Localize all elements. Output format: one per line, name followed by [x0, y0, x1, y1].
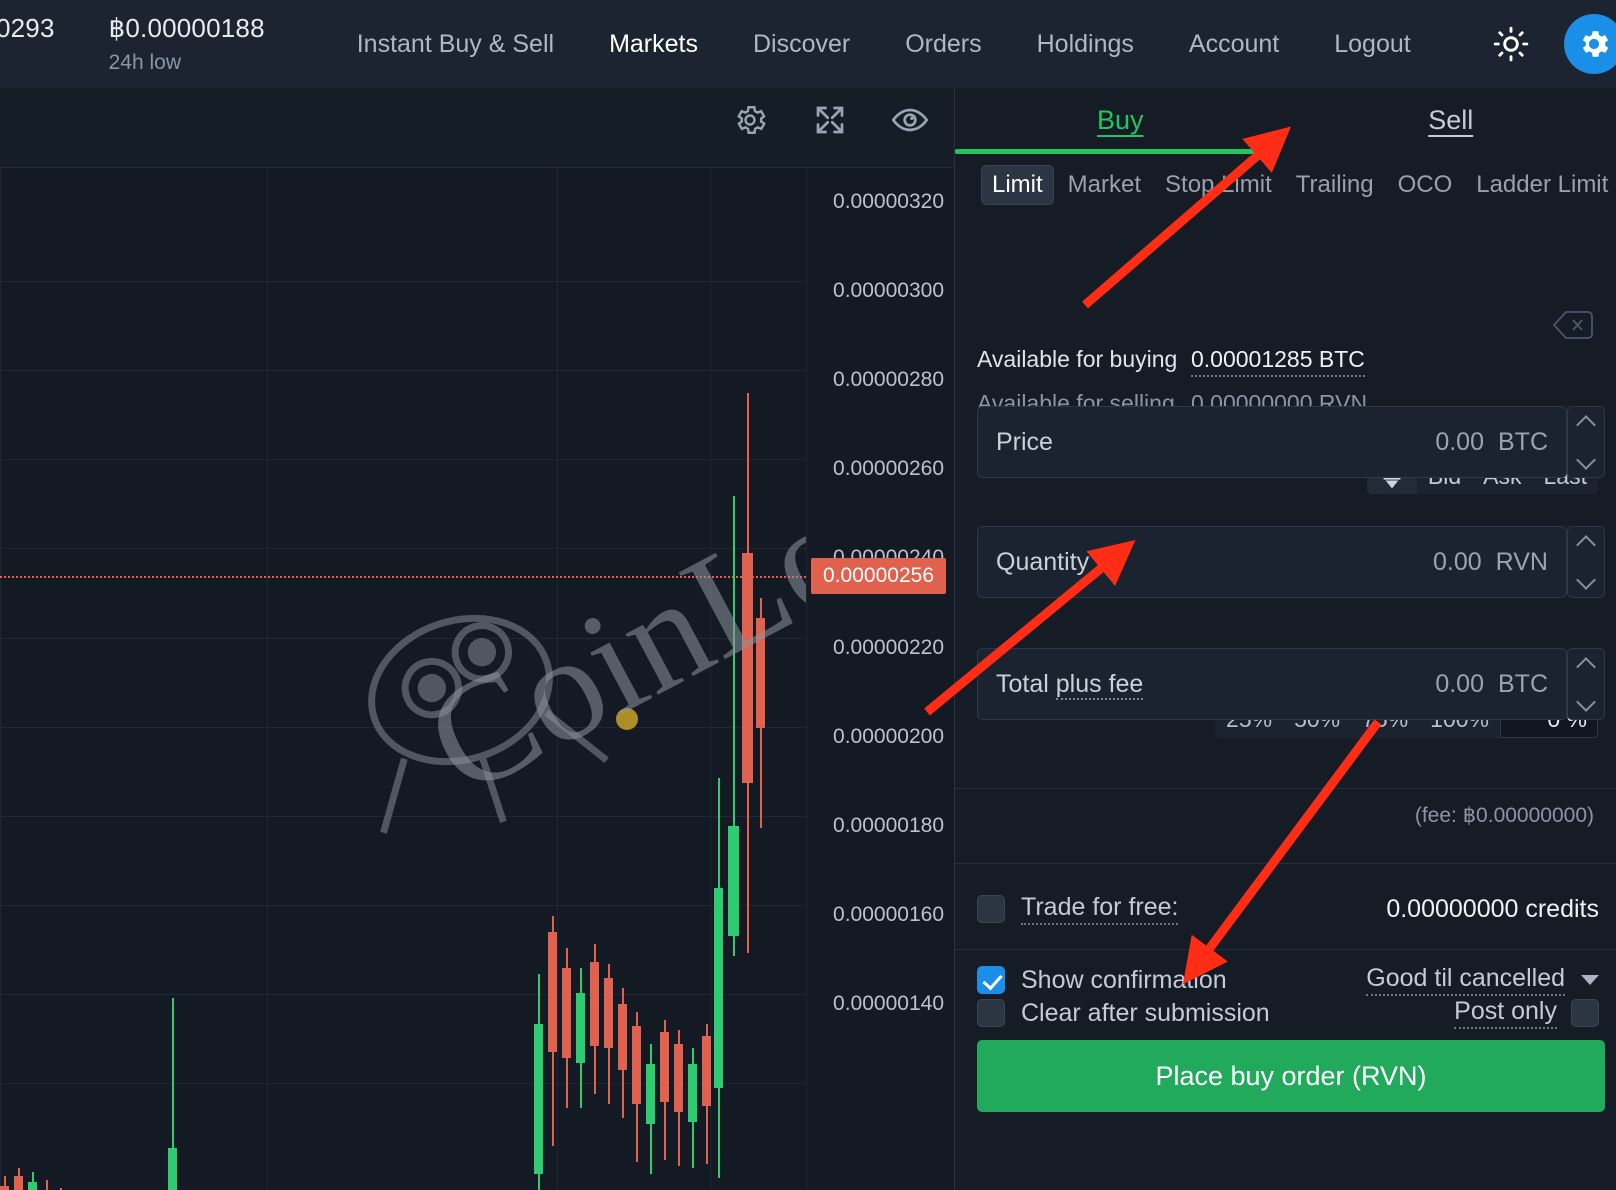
clear-after-submission-row: Clear after submission Post only [955, 991, 1616, 1035]
ticker-24h-high: 0000293 igh [0, 0, 55, 88]
order-entry-panel: Buy Sell Limit Market Stop Limit Trailin… [954, 88, 1616, 1190]
trade-for-free-checkbox[interactable] [977, 895, 1005, 923]
axis-tick: 0.00000200 [833, 725, 944, 748]
axis-tick: 0.00000320 [833, 190, 944, 213]
clear-form-backspace-icon[interactable] [1552, 310, 1594, 345]
quantity-label: Quantity [996, 547, 1090, 576]
quantity-unit: RVN [1495, 547, 1548, 576]
chart-plot-area[interactable]: CoinLore [0, 168, 806, 1190]
place-buy-order-button[interactable]: Place buy order (RVN) [977, 1040, 1605, 1112]
quantity-input[interactable]: Quantity 0.00 RVN [977, 526, 1567, 598]
clear-after-submission-label: Clear after submission [1021, 998, 1270, 1027]
post-only-control: Post only [1454, 997, 1599, 1029]
total-unit: BTC [1498, 669, 1548, 698]
sun-icon[interactable] [1484, 17, 1538, 71]
credits-value: 0.00000000 credits [1386, 894, 1599, 923]
tab-sell[interactable]: Sell [1286, 88, 1616, 152]
available-for-buying-row: Available for buying 0.00001285 BTC [977, 346, 1367, 382]
nav-item-holdings[interactable]: Holdings [1037, 30, 1134, 59]
settings-gear-button[interactable] [1564, 14, 1616, 74]
chart-settings-gear-icon[interactable] [728, 98, 772, 142]
quantity-value: 0.00 [1432, 547, 1482, 576]
price-value: 0.00 [1435, 427, 1484, 456]
tab-buy[interactable]: Buy [955, 88, 1286, 152]
axis-tick: 0.00000300 [833, 279, 944, 302]
plus-fee-tooltip-label[interactable]: plus fee [1055, 669, 1144, 700]
ticker-24h-high-label: igh [0, 51, 55, 75]
price-label: Price [996, 427, 1053, 456]
trade-for-free-row: Trade for free: 0.00000000 credits [955, 876, 1616, 942]
nav-item-markets[interactable]: Markets [609, 30, 698, 59]
post-only-label: Post only [1454, 997, 1557, 1029]
axis-tick: 0.00000280 [833, 368, 944, 391]
divider [955, 949, 1616, 950]
clear-after-submission-checkbox[interactable] [977, 999, 1005, 1027]
price-input[interactable]: Price 0.00 BTC [977, 406, 1567, 478]
nav-item-account[interactable]: Account [1189, 30, 1279, 59]
chevron-down-icon[interactable] [1576, 569, 1596, 590]
trading-app: 0000293 igh ฿0.00000188 24h low Instant … [0, 0, 1616, 1190]
chevron-down-icon[interactable] [1576, 691, 1596, 712]
divider [955, 788, 1616, 789]
chart-price-axis: 0.00000320 0.00000300 0.00000280 0.00000… [806, 168, 954, 1190]
ticker-24h-low-value: ฿0.00000188 [108, 13, 265, 43]
chart-panel: 0.00000256 −0.00000006 (−2.29%) [0, 88, 954, 1190]
axis-tick: 0.00000180 [833, 814, 944, 837]
show-confirmation-checkbox[interactable] [977, 966, 1005, 994]
price-unit: BTC [1498, 427, 1548, 456]
eye-icon[interactable] [888, 98, 932, 142]
chevron-down-icon [1581, 975, 1599, 985]
chevron-up-icon[interactable] [1576, 534, 1596, 555]
gear-icon [1582, 31, 1609, 57]
chevron-up-icon[interactable] [1576, 656, 1596, 677]
chart-tool-buttons [728, 98, 932, 142]
active-tab-underline [955, 149, 1271, 154]
axis-tick: 0.00000160 [833, 903, 944, 926]
order-type-trailing[interactable]: Trailing [1286, 166, 1384, 204]
total-plus-fee-label: Total plus fee [996, 669, 1144, 700]
total-plus-fee-input[interactable]: Total plus fee 0.00 BTC [977, 648, 1567, 720]
divider [955, 863, 1616, 864]
axis-tick: 0.00000140 [833, 992, 944, 1015]
buy-sell-tabs: Buy Sell [955, 88, 1616, 154]
nav-right-controls [1484, 0, 1616, 88]
order-type-tabs: Limit Market Stop Limit Trailing OCO Lad… [981, 160, 1616, 210]
quantity-stepper[interactable] [1567, 526, 1605, 598]
last-price-badge: 0.00000256 [811, 558, 946, 594]
order-type-stop-limit[interactable]: Stop Limit [1155, 166, 1282, 204]
top-navigation-bar: 0000293 igh ฿0.00000188 24h low Instant … [0, 0, 1616, 88]
nav-item-instant-buy-sell[interactable]: Instant Buy & Sell [357, 30, 554, 59]
axis-tick: 0.00000220 [833, 636, 944, 659]
price-stepper[interactable] [1567, 406, 1605, 478]
chart-toolbar [0, 88, 954, 168]
nav-item-discover[interactable]: Discover [753, 30, 850, 59]
ticker-24h-low: ฿0.00000188 24h low [109, 0, 265, 88]
trade-for-free-label: Trade for free: [1021, 893, 1179, 925]
order-type-market[interactable]: Market [1058, 166, 1151, 204]
order-type-limit[interactable]: Limit [981, 165, 1054, 205]
order-type-oco[interactable]: OCO [1388, 166, 1463, 204]
fee-note: (fee: ฿0.00000000) [1414, 804, 1594, 827]
ticker-24h-low-label: 24h low [108, 51, 182, 74]
axis-tick: 0.00000260 [833, 457, 944, 480]
available-for-buying-label: Available for buying [977, 346, 1178, 372]
total-value: 0.00 [1435, 669, 1484, 698]
post-only-checkbox[interactable] [1571, 999, 1599, 1027]
nav-item-logout[interactable]: Logout [1334, 30, 1410, 59]
last-price-line [0, 576, 806, 578]
ticker-stats: 0000293 igh ฿0.00000188 24h low [0, 0, 265, 88]
nav-item-orders[interactable]: Orders [905, 30, 981, 59]
total-stepper[interactable] [1567, 648, 1605, 720]
fullscreen-icon[interactable] [808, 98, 852, 142]
chevron-up-icon[interactable] [1576, 414, 1596, 435]
chevron-down-icon[interactable] [1576, 449, 1596, 470]
chart-marker-dot [616, 708, 638, 730]
available-for-buying-value[interactable]: 0.00001285 BTC [1191, 346, 1365, 377]
main-nav-links: Instant Buy & Sell Markets Discover Orde… [357, 30, 1411, 59]
order-type-ladder-limit[interactable]: Ladder Limit [1466, 166, 1616, 204]
ticker-24h-high-value: 0000293 [0, 13, 55, 43]
